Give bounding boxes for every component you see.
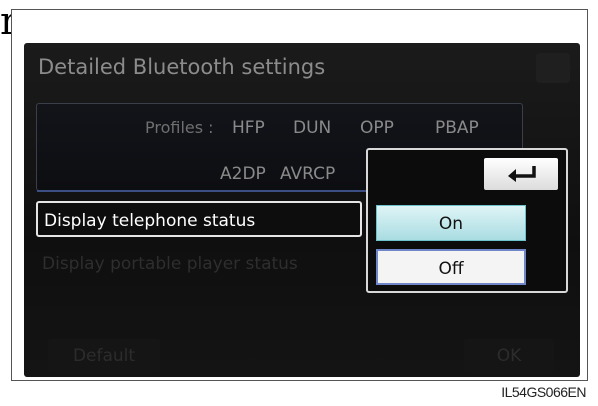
profile-a2dp: A2DP	[220, 164, 266, 184]
ok-button[interactable]: OK	[464, 339, 554, 373]
profile-opp: OPP	[360, 118, 394, 138]
off-option-button[interactable]: Off	[376, 249, 526, 285]
on-option-button[interactable]: On	[376, 205, 526, 241]
default-button[interactable]: Default	[48, 339, 160, 373]
screen-title: Detailed Bluetooth settings	[38, 55, 326, 79]
profile-hfp: HFP	[232, 118, 265, 138]
return-arrow-icon	[504, 162, 538, 186]
display-screen: Detailed Bluetooth settings Profiles : H…	[24, 43, 580, 377]
on-off-popup: On Off	[366, 148, 568, 293]
profiles-underline	[37, 190, 367, 192]
profile-dun: DUN	[293, 118, 332, 138]
display-telephone-status-row[interactable]: Display telephone status	[36, 201, 362, 237]
profile-pbap: PBAP	[435, 118, 479, 138]
display-portable-player-status-row[interactable]: Display portable player status	[36, 246, 362, 282]
profiles-label: Profiles :	[145, 118, 214, 137]
back-button[interactable]	[484, 158, 558, 190]
figure-code: IL54GS066EN	[501, 384, 586, 400]
corner-button[interactable]	[536, 53, 570, 83]
profile-avrcp: AVRCP	[280, 164, 336, 184]
